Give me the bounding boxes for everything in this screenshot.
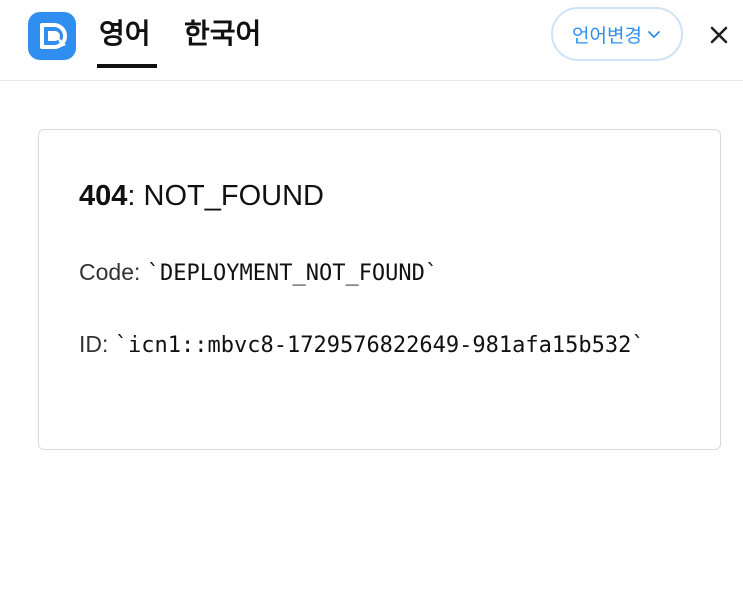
tab-english[interactable]: 영어 — [99, 14, 151, 54]
active-tab-indicator — [97, 64, 157, 68]
error-card: 404: NOT_FOUND Code: `DEPLOYMENT_NOT_FOU… — [38, 129, 721, 450]
chevron-down-icon — [646, 26, 662, 42]
close-button[interactable] — [702, 18, 736, 52]
change-language-button[interactable]: 언어변경 — [551, 7, 683, 61]
error-code-value: `DEPLOYMENT_NOT_FOUND` — [146, 261, 439, 286]
error-code-row: Code: `DEPLOYMENT_NOT_FOUND` — [79, 254, 438, 292]
error-status-code: 404 — [79, 180, 128, 212]
error-message: NOT_FOUND — [143, 180, 324, 212]
change-language-label: 언어변경 — [572, 24, 642, 47]
error-id-value: `icn1::mbvc8-1729576822649-981afa15b532` — [114, 333, 645, 358]
close-icon — [710, 26, 728, 44]
tab-korean[interactable]: 한국어 — [184, 14, 261, 54]
top-bar: 영어 한국어 언어변경 — [0, 0, 743, 81]
error-title: 404: NOT_FOUND — [79, 178, 324, 214]
error-id-label: ID: — [79, 331, 115, 357]
error-separator: : — [127, 180, 144, 212]
translate-app-logo-icon[interactable] — [28, 12, 76, 60]
error-id-row: ID: `icn1::mbvc8-1729576822649-981afa15b… — [79, 326, 689, 364]
error-code-label: Code: — [79, 259, 147, 285]
